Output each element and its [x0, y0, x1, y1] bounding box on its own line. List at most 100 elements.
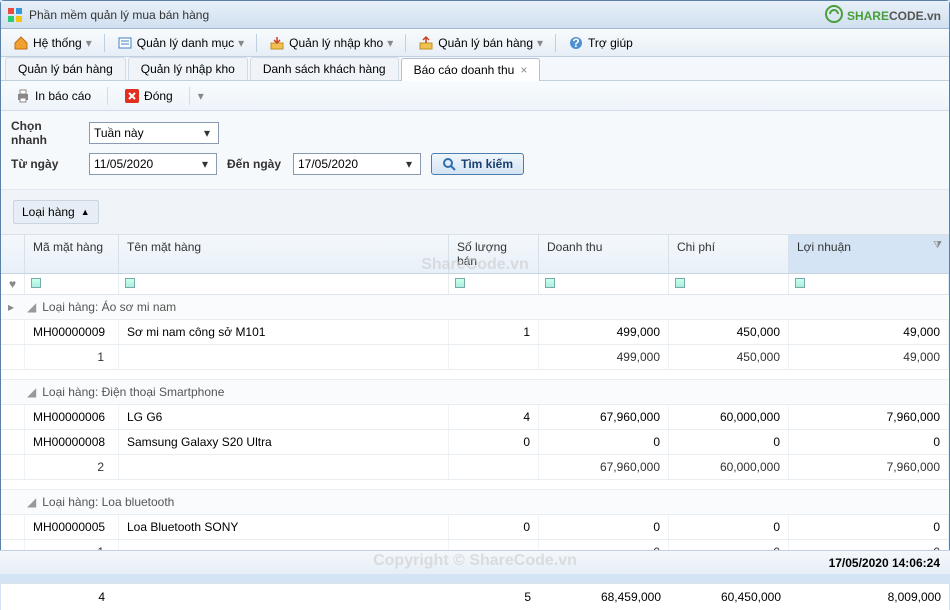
menu-catalog[interactable]: Quản lý danh mục ▾: [109, 32, 252, 54]
group-title: Loại hàng: Loa bluetooth: [42, 495, 174, 509]
group-title: Loại hàng: Áo sơ mi nam: [42, 300, 176, 314]
subtotal-row: 1499,000450,00049,000: [1, 345, 949, 370]
menu-sales[interactable]: Quản lý bán hàng ▾: [410, 32, 551, 54]
cell-code: MH00000006: [25, 405, 119, 429]
filter-profit[interactable]: [789, 274, 949, 294]
subtotal-rev: 67,960,000: [539, 455, 669, 479]
chevron-down-icon[interactable]: ▾: [402, 157, 416, 171]
filter-panel: Chọn nhanh Tuần này ▾ Từ ngày 11/05/2020…: [1, 111, 949, 190]
col-qty[interactable]: Số lượng bán: [449, 235, 539, 273]
filter-code[interactable]: [25, 274, 119, 294]
search-icon: [442, 157, 456, 171]
quick-pick-combo[interactable]: Tuần này ▾: [89, 122, 219, 144]
dropdown-icon[interactable]: ▾: [198, 89, 204, 103]
cell-qty: 1: [449, 320, 539, 344]
filter-qty[interactable]: [449, 274, 539, 294]
search-button[interactable]: Tìm kiếm: [431, 153, 524, 175]
col-name[interactable]: Tên mặt hàng: [119, 235, 449, 273]
group-by-panel[interactable]: Loại hàng ▲: [1, 190, 949, 235]
status-timestamp: 17/05/2020 14:06:24: [829, 556, 940, 570]
separator: [189, 87, 190, 105]
group-row[interactable]: ▸◢Loại hàng: Áo sơ mi nam: [1, 295, 949, 320]
grand-total-row: 4 5 68,459,000 60,450,000 8,009,000: [1, 583, 949, 610]
separator: [405, 34, 406, 52]
cell-cost: 450,000: [669, 320, 789, 344]
cell-rev: 0: [539, 515, 669, 539]
group-row[interactable]: ◢ Loại hàng: Loa bluetooth: [1, 490, 949, 515]
cell-rev: 67,960,000: [539, 405, 669, 429]
cell-rev: 0: [539, 430, 669, 454]
group-row[interactable]: ◢ Loại hàng: Điện thoại Smartphone: [1, 380, 949, 405]
app-icon: [7, 7, 23, 23]
col-code[interactable]: Mã mặt hàng: [25, 235, 119, 273]
filter-name[interactable]: [119, 274, 449, 294]
cell-name: Samsung Galaxy S20 Ultra: [119, 430, 449, 454]
menu-import[interactable]: Quản lý nhập kho ▾: [261, 32, 401, 54]
group-title: Loại hàng: Điện thoại Smartphone: [42, 385, 224, 399]
menu-system[interactable]: Hệ thống ▾: [5, 32, 100, 54]
grid-header: Mã mặt hàng Tên mặt hàng Số lượng bán Do…: [1, 235, 949, 274]
col-cost[interactable]: Chi phí: [669, 235, 789, 273]
dropdown-icon: ▾: [387, 36, 393, 50]
dropdown-icon: ▾: [238, 36, 244, 50]
export-icon: [418, 35, 434, 51]
print-report-button[interactable]: In báo cáo: [7, 85, 99, 107]
total-count: 4: [25, 584, 119, 610]
cell-code: MH00000005: [25, 515, 119, 539]
subtotal-row: 267,960,00060,000,0007,960,000: [1, 455, 949, 480]
tab-customers[interactable]: Danh sách khách hàng: [250, 57, 399, 80]
indicator-col: [1, 235, 25, 273]
filter-cost[interactable]: [669, 274, 789, 294]
cell-qty: 0: [449, 430, 539, 454]
separator: [256, 34, 257, 52]
tab-close-icon[interactable]: ×: [520, 63, 527, 77]
subtotal-cost: 450,000: [669, 345, 789, 369]
grid-filter-row: ♥: [1, 274, 949, 295]
from-date-input[interactable]: 11/05/2020 ▾: [89, 153, 217, 175]
collapse-icon[interactable]: ◢: [27, 300, 36, 314]
filter-edit-icon: [455, 278, 465, 288]
table-row[interactable]: MH00000006LG G6467,960,00060,000,0007,96…: [1, 405, 949, 430]
cell-code: MH00000008: [25, 430, 119, 454]
filter-indicator[interactable]: ♥: [1, 274, 25, 294]
filter-icon[interactable]: ⧩: [933, 240, 942, 251]
collapse-icon[interactable]: ◢: [27, 495, 36, 509]
tab-import-mgmt[interactable]: Quản lý nhập kho: [128, 57, 248, 80]
cell-profit: 49,000: [789, 320, 949, 344]
svg-text:?: ?: [572, 36, 579, 50]
cell-profit: 0: [789, 515, 949, 539]
subtotal-count: 2: [25, 455, 119, 479]
tab-revenue-report[interactable]: Báo cáo doanh thu ×: [401, 58, 541, 81]
menubar: Hệ thống ▾ Quản lý danh mục ▾ Quản lý nh…: [1, 29, 949, 57]
filter-rev[interactable]: [539, 274, 669, 294]
cell-qty: 4: [449, 405, 539, 429]
table-row[interactable]: MH00000005Loa Bluetooth SONY0000: [1, 515, 949, 540]
tab-sales-mgmt[interactable]: Quản lý bán hàng: [5, 57, 126, 80]
col-revenue[interactable]: Doanh thu: [539, 235, 669, 273]
chevron-down-icon[interactable]: ▾: [200, 126, 214, 140]
cell-qty: 0: [449, 515, 539, 539]
menu-help[interactable]: ? Trợ giúp: [560, 32, 641, 54]
filter-edit-icon: [795, 278, 805, 288]
chevron-down-icon[interactable]: ▾: [198, 157, 212, 171]
collapse-icon[interactable]: ◢: [27, 385, 36, 399]
separator: [555, 34, 556, 52]
total-cost: 60,450,000: [669, 584, 789, 610]
list-icon: [117, 35, 133, 51]
cell-rev: 499,000: [539, 320, 669, 344]
filter-edit-icon: [545, 278, 555, 288]
filter-edit-icon: [125, 278, 135, 288]
table-row[interactable]: MH00000008Samsung Galaxy S20 Ultra0000: [1, 430, 949, 455]
to-date-input[interactable]: 17/05/2020 ▾: [293, 153, 421, 175]
dropdown-icon: ▾: [86, 36, 92, 50]
import-icon: [269, 35, 285, 51]
filter-edit-icon: [675, 278, 685, 288]
cell-cost: 60,000,000: [669, 405, 789, 429]
close-button[interactable]: Đóng: [116, 85, 181, 107]
col-profit[interactable]: Lợi nhuận⧩: [789, 235, 949, 273]
total-qty: 5: [449, 584, 539, 610]
table-row[interactable]: MH00000009Sơ mi nam công sở M1011499,000…: [1, 320, 949, 345]
filter-edit-icon: [31, 278, 41, 288]
group-by-chip[interactable]: Loại hàng ▲: [13, 200, 99, 224]
window-title: Phần mềm quản lý mua bán hàng: [29, 8, 209, 22]
